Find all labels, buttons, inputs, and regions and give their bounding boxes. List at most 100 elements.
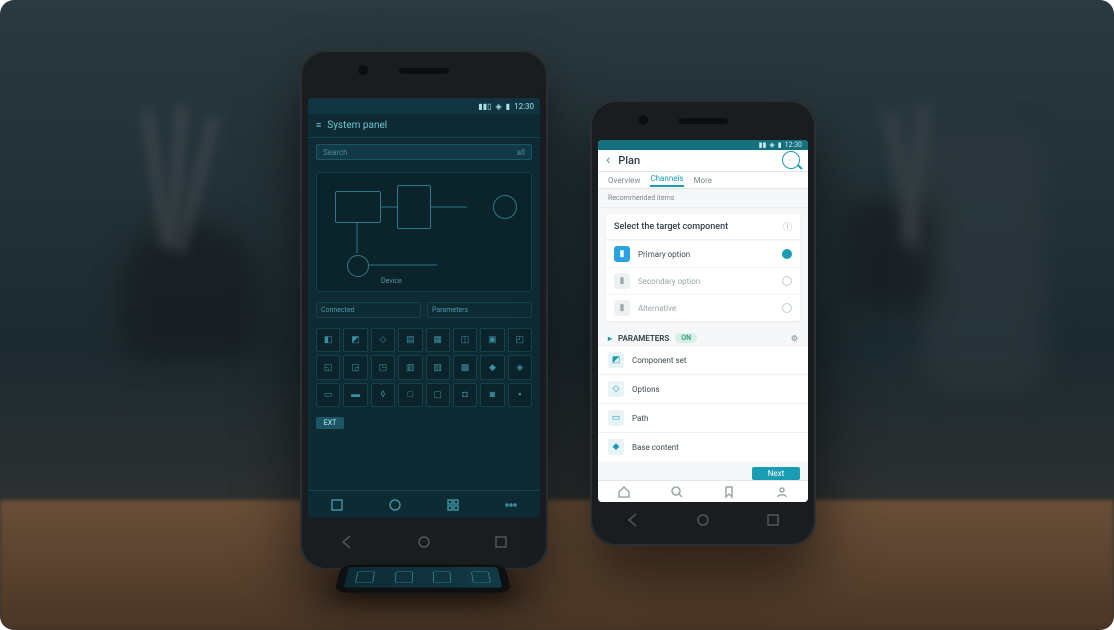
grid-item[interactable]: ▤ (398, 328, 422, 352)
menu-icon[interactable]: ≡ (316, 120, 321, 131)
grid-item[interactable]: ▪ (508, 383, 532, 407)
radio-selected-icon[interactable] (782, 249, 792, 259)
list-icon: ◩ (608, 352, 624, 368)
list-icon: ◆ (608, 439, 624, 455)
card-row[interactable]: ▮ Alternative (606, 294, 800, 321)
settings-icon[interactable]: ⚙ (791, 334, 798, 343)
tab-bar: Overview Channels More (598, 172, 808, 189)
pencil-cup-icon (120, 220, 260, 360)
grid-item[interactable]: ▦ (426, 328, 450, 352)
cylinder-prop-icon (924, 130, 1044, 390)
card-title: Select the target component (614, 222, 728, 232)
grid-item[interactable]: ▢ (426, 383, 450, 407)
parameter-list: ◩ Component set ◇ Options ▭ Path ◆ Base … (598, 345, 808, 461)
nav-home-icon[interactable] (330, 498, 344, 512)
wifi-icon: ◈ (769, 141, 774, 149)
card-row[interactable]: ▮ Primary option (606, 240, 800, 267)
grid-item[interactable]: ◱ (316, 355, 340, 379)
nav-apps-icon[interactable] (388, 498, 402, 512)
grid-tag[interactable]: EXT (316, 417, 344, 429)
nav-grid-icon[interactable] (446, 498, 460, 512)
card-row[interactable]: ▮ Secondary option (606, 267, 800, 294)
grid-item[interactable]: ◊ (371, 383, 395, 407)
grid-item[interactable]: ▥ (398, 355, 422, 379)
section-header: ▸ PARAMETERS ON ⚙ (598, 327, 808, 345)
selection-card: Select the target component ⓘ ▮ Primary … (606, 214, 800, 321)
phone-flat-screen (344, 567, 503, 588)
recents-icon[interactable] (765, 512, 781, 528)
list-icon: ▭ (608, 410, 624, 426)
diagram-connectors-icon (317, 173, 540, 323)
grid-item[interactable]: ◲ (343, 355, 367, 379)
row-color-chip-icon: ▮ (614, 246, 630, 262)
next-button[interactable]: Next (752, 467, 800, 480)
phone-speaker-icon (678, 118, 728, 124)
nav-profile-icon[interactable] (775, 485, 789, 499)
grid-item[interactable]: ▣ (480, 328, 504, 352)
list-item[interactable]: ◆ Base content (598, 432, 808, 461)
tab-more[interactable]: More (694, 176, 712, 185)
grid-item[interactable]: ▬ (343, 383, 367, 407)
home-icon[interactable] (416, 534, 432, 550)
list-item[interactable]: ▭ Path (598, 403, 808, 432)
phone-camera-icon (358, 65, 368, 75)
home-icon[interactable] (695, 512, 711, 528)
search-icon[interactable] (782, 151, 800, 169)
header-title: Plan (618, 154, 640, 167)
nav-search-icon[interactable] (670, 485, 684, 499)
grid-item[interactable]: ▭ (316, 383, 340, 407)
recents-icon[interactable] (493, 534, 509, 550)
app-header: ≡ System panel (308, 114, 540, 138)
list-label: Base content (632, 443, 679, 452)
widget-icon (355, 572, 375, 583)
list-item[interactable]: ◇ Options (598, 374, 808, 403)
list-item[interactable]: ◩ Component set (598, 345, 808, 374)
grid-item[interactable]: ◧ (316, 328, 340, 352)
grid-item[interactable]: ◳ (371, 355, 395, 379)
phone-camera-icon (638, 115, 648, 125)
grid-item[interactable]: ◈ (508, 355, 532, 379)
tab-overview[interactable]: Overview (608, 176, 640, 185)
section-pill: ON (675, 333, 697, 343)
android-nav-bar (598, 506, 808, 534)
phone-speaker-icon (399, 68, 449, 74)
status-time: 12:30 (785, 141, 802, 149)
nav-bookmark-icon[interactable] (722, 485, 736, 499)
search-input[interactable]: Search all (316, 144, 532, 160)
signal-icon: ▮▮ (759, 141, 767, 149)
nav-more-icon[interactable] (504, 498, 518, 512)
status-time: 12:30 (514, 102, 534, 111)
nav-home-icon[interactable] (617, 485, 631, 499)
signal-icon: ▮▮▯ (478, 102, 491, 111)
list-label: Path (632, 414, 648, 423)
grid-item[interactable]: ◰ (508, 328, 532, 352)
row-label: Secondary option (638, 277, 774, 286)
back-icon[interactable] (625, 512, 641, 528)
search-suffix: all (517, 148, 525, 157)
grid-item[interactable]: □ (398, 383, 422, 407)
grid-item[interactable]: ◩ (343, 328, 367, 352)
card-header: Select the target component ⓘ (606, 214, 800, 240)
grid-item[interactable]: ◙ (480, 383, 504, 407)
grid-item[interactable]: ◆ (480, 355, 504, 379)
section-bullet-icon: ▸ (608, 334, 612, 343)
grid-item[interactable]: ◇ (371, 328, 395, 352)
row-label: Alternative (638, 304, 774, 313)
grid-item[interactable]: ▩ (453, 355, 477, 379)
grid-item[interactable]: ▨ (426, 355, 450, 379)
list-label: Component set (632, 356, 687, 365)
phone-left: ▮▮▯ ◈ ▮ 12:30 ≡ System panel Search all … (300, 50, 548, 570)
phone-right-screen: ▮▮ ◈ ▮ 12:30 ‹ Plan Overview Channels Mo… (598, 140, 808, 502)
diagram-panel[interactable]: Device (316, 172, 532, 292)
grid-item[interactable]: ◫ (453, 328, 477, 352)
info-icon[interactable]: ⓘ (783, 220, 792, 233)
tab-channels[interactable]: Channels (650, 174, 683, 187)
back-icon[interactable] (339, 534, 355, 550)
back-icon[interactable]: ‹ (606, 152, 610, 168)
widget-icon (433, 572, 452, 583)
grid-item[interactable]: ◘ (453, 383, 477, 407)
scene: ▮▮▯ ◈ ▮ 12:30 ≡ System panel Search all … (0, 0, 1114, 630)
radio-icon[interactable] (782, 303, 792, 313)
battery-icon: ▮ (506, 102, 510, 111)
radio-icon[interactable] (782, 276, 792, 286)
